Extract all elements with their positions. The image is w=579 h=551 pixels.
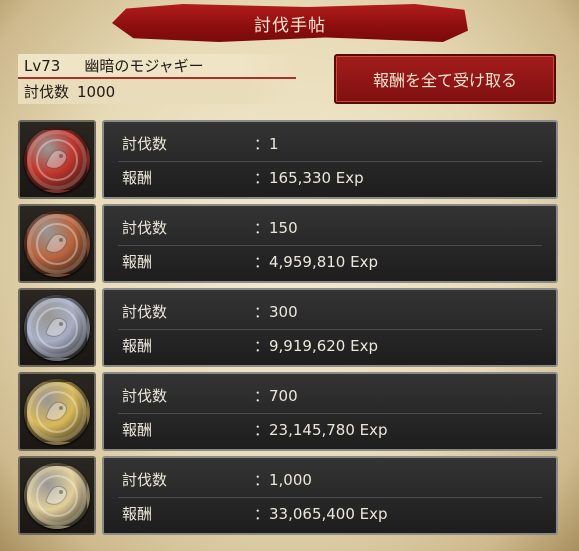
kill-threshold-label: 討伐数 bbox=[122, 471, 168, 489]
medal-frame bbox=[18, 288, 96, 367]
gold-medal-icon bbox=[24, 378, 90, 445]
reward-label: 報酬 bbox=[122, 505, 153, 523]
reward-value: ：33,065,400 Exp bbox=[254, 505, 388, 523]
reward-row: 討伐数 ：150 報酬 ：4,959,810 Exp bbox=[18, 204, 558, 283]
kill-threshold-label: 討伐数 bbox=[122, 303, 168, 321]
reward-row: 討伐数 ：700 報酬 ：23,145,780 Exp bbox=[18, 372, 558, 451]
medal-emblem-icon bbox=[36, 306, 78, 349]
collect-all-rewards-label: 報酬を全て受け取る bbox=[372, 71, 517, 90]
medal-emblem-icon bbox=[36, 222, 78, 265]
kill-count-row: 討伐数 1000 bbox=[18, 79, 296, 104]
kill-threshold-value: ：1,000 bbox=[254, 471, 312, 489]
row-divider bbox=[118, 245, 542, 246]
row-divider bbox=[118, 413, 542, 414]
reward-panel: 討伐数 ：300 報酬 ：9,919,620 Exp bbox=[102, 288, 558, 367]
reward-panel: 討伐数 ：1,000 報酬 ：33,065,400 Exp bbox=[102, 456, 558, 535]
kill-threshold-value: ：1 bbox=[254, 135, 279, 153]
title-banner: 討伐手帖 bbox=[112, 4, 468, 42]
platinum-gold-medal-icon bbox=[24, 462, 90, 529]
reward-label: 報酬 bbox=[122, 169, 153, 187]
monster-name-row: Lv73 幽暗のモジャギー bbox=[18, 54, 296, 79]
row-divider bbox=[118, 329, 542, 330]
reward-row: 討伐数 ：1,000 報酬 ：33,065,400 Exp bbox=[18, 456, 558, 535]
page-title: 討伐手帖 bbox=[254, 15, 326, 36]
kill-count-value: 1000 bbox=[77, 82, 116, 101]
kill-threshold-value: ：300 bbox=[254, 303, 298, 321]
reward-panel: 討伐数 ：700 報酬 ：23,145,780 Exp bbox=[102, 372, 558, 451]
reward-panel: 討伐数 ：150 報酬 ：4,959,810 Exp bbox=[102, 204, 558, 283]
reward-value: ：9,919,620 Exp bbox=[254, 337, 378, 355]
kill-threshold-label: 討伐数 bbox=[122, 135, 168, 153]
row-divider bbox=[118, 161, 542, 162]
medal-frame bbox=[18, 120, 96, 199]
medal-emblem-icon bbox=[36, 138, 78, 181]
monster-info: Lv73 幽暗のモジャギー 討伐数 1000 bbox=[18, 54, 296, 104]
silver-medal-icon bbox=[24, 294, 90, 361]
bronze-red-medal-icon bbox=[24, 126, 90, 193]
kill-count-label: 討伐数 bbox=[24, 83, 70, 101]
reward-panel: 討伐数 ：1 報酬 ：165,330 Exp bbox=[102, 120, 558, 199]
reward-value: ：165,330 Exp bbox=[254, 169, 364, 187]
kill-threshold-label: 討伐数 bbox=[122, 219, 168, 237]
medal-frame bbox=[18, 456, 96, 535]
monster-level: Lv73 bbox=[24, 56, 61, 75]
row-divider bbox=[118, 497, 542, 498]
kill-threshold-value: ：150 bbox=[254, 219, 298, 237]
medal-emblem-icon bbox=[36, 474, 78, 517]
reward-value: ：4,959,810 Exp bbox=[254, 253, 378, 271]
medal-frame bbox=[18, 372, 96, 451]
reward-value: ：23,145,780 Exp bbox=[254, 421, 388, 439]
monster-name: 幽暗のモジャギー bbox=[84, 57, 204, 75]
reward-label: 報酬 bbox=[122, 253, 153, 271]
reward-row: 討伐数 ：1 報酬 ：165,330 Exp bbox=[18, 120, 558, 199]
copper-medal-icon bbox=[24, 210, 90, 277]
reward-row: 討伐数 ：300 報酬 ：9,919,620 Exp bbox=[18, 288, 558, 367]
kill-threshold-value: ：700 bbox=[254, 387, 298, 405]
collect-all-rewards-button[interactable]: 報酬を全て受け取る bbox=[334, 54, 556, 104]
reward-label: 報酬 bbox=[122, 337, 153, 355]
reward-label: 報酬 bbox=[122, 421, 153, 439]
kill-threshold-label: 討伐数 bbox=[122, 387, 168, 405]
medal-emblem-icon bbox=[36, 390, 78, 433]
medal-frame bbox=[18, 204, 96, 283]
